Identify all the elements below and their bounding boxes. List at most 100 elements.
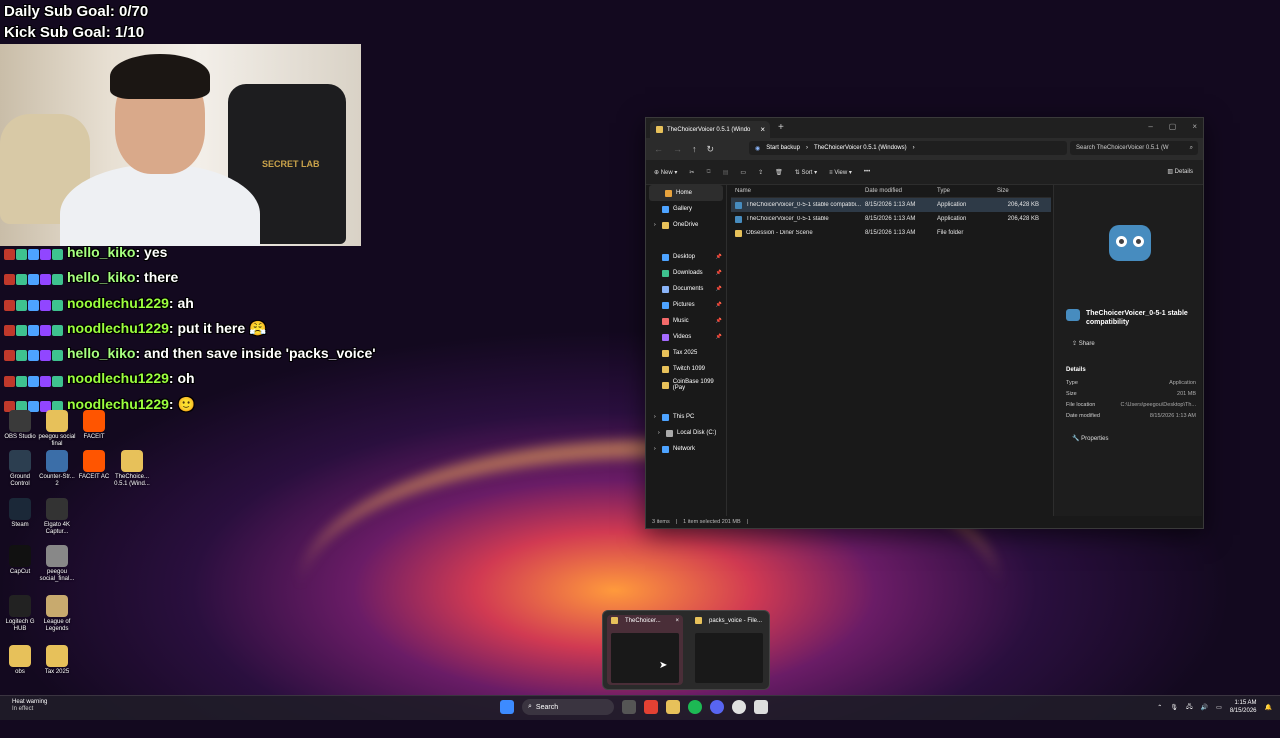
desktop-icon[interactable]: Steam [0,498,40,529]
taskbar-search[interactable]: ⌕ Search [522,699,614,715]
weather-title: Heat warning [12,699,48,705]
view-button[interactable]: ≡ View ▾ [829,169,852,176]
nav-label: Desktop [673,254,696,260]
forward-icon[interactable]: → [673,144,682,154]
share-button[interactable]: ⇪ Share [1072,340,1095,347]
close-icon[interactable]: × [675,618,679,624]
back-icon[interactable]: ← [654,144,663,154]
notepad-icon[interactable] [754,700,768,714]
details-button[interactable]: ▥ Details [1167,168,1193,175]
desktop-icon[interactable]: Logitech G HUB [0,595,40,633]
nav-item[interactable]: CoinBase 1099 (Pay [646,377,726,393]
new-button[interactable]: ⊕ New ▾ [654,169,677,176]
file-size: 206,428 KB [1007,216,1039,222]
desktop-icon[interactable]: Ground Control [0,450,40,488]
desktop-icon[interactable]: peegou social final [37,410,77,448]
nav-item[interactable]: Documents 📌 [646,281,726,297]
weather-widget[interactable]: Heat warning In effect [12,699,47,713]
battery-icon[interactable]: ▭ [1216,704,1222,711]
sort-button[interactable]: ⇅ Sort ▾ [795,169,817,176]
volume-icon[interactable]: 🔊 [1201,704,1208,711]
properties-button[interactable]: 🔧 Properties [1072,435,1109,442]
close-tab-icon[interactable]: × [760,125,765,134]
close-icon[interactable]: × [1192,122,1197,131]
up-icon[interactable]: ↑ [692,144,697,154]
desktop-icon[interactable]: obs [0,645,40,676]
breadcrumb-start-backup[interactable]: Start backup [766,145,800,151]
task-view-icon[interactable] [622,700,636,714]
new-tab-button[interactable]: + [778,122,784,133]
selection-info: 1 item selected 201 MB [683,519,741,525]
desktop-icon[interactable]: CapCut [0,545,40,576]
share-icon[interactable]: ⇪ [758,169,763,176]
file-explorer-icon[interactable] [666,700,680,714]
discord-icon[interactable] [710,700,724,714]
delete-icon[interactable]: 🗑 [775,169,783,176]
nav-item[interactable]: Videos 📌 [646,329,726,345]
desktop-icon[interactable]: peegou social_final... [37,545,77,583]
detail-value: Application [1169,380,1196,386]
nav-item[interactable]: Desktop 📌 [646,249,726,265]
desktop-icon[interactable]: TheChoice... 0.5.1 (Wind... [112,450,152,488]
nav-item[interactable]: Twitch 1099 [646,361,726,377]
file-row[interactable]: TheChoicerVoicer_0-5-1 stable 8/15/2026 1… [731,212,1051,226]
clock[interactable]: 1:15 AM 8/15/2026 [1230,699,1257,715]
desktop-icon-label: Tax 2025 [44,669,70,675]
address-bar[interactable]: ◉ Start backup › TheChoicerVoicer 0.5.1 … [749,141,1067,155]
item-count: 3 items [652,519,670,525]
paste-icon[interactable]: ▤ [723,169,729,176]
cut-icon[interactable]: ✂ [689,169,694,176]
desktop-icon[interactable]: Counter-Str... 2 [37,450,77,488]
nav-icon [666,429,673,437]
nav-icon [662,253,669,261]
window-thumbnail[interactable]: packs_voice - File... [691,615,767,685]
nav-item[interactable]: Pictures 📌 [646,297,726,313]
desktop-icon[interactable]: League of Legends [37,595,77,633]
more-button[interactable]: ••• [864,169,870,175]
nav-item[interactable]: › This PC [646,409,726,425]
desktop-icon[interactable]: Tax 2025 [37,645,77,676]
badge-icons [4,368,64,392]
nav-item[interactable]: Tax 2025 [646,345,726,361]
notifications-icon[interactable]: 🔔 [1265,704,1272,711]
chevron-up-icon[interactable]: ⌃ [1157,704,1162,711]
refresh-icon[interactable]: ↻ [707,144,715,155]
mic-icon[interactable]: 🎙 [1170,704,1178,711]
maximize-icon[interactable]: ▢ [1169,122,1177,131]
command-bar: ⊕ New ▾ ✂ ⧉ ▤ ▭ ⇪ 🗑 ⇅ Sort ▾ ≡ View ▾ ••… [646,160,1203,185]
breadcrumb-folder[interactable]: TheChoicerVoicer 0.5.1 (Windows) [814,145,907,151]
search-box[interactable]: Search TheChoicerVoicer 0.5.1 (W ⌕ [1070,141,1198,155]
column-size[interactable]: Size [993,188,1043,194]
nav-item[interactable]: Gallery [646,201,726,217]
nav-label: Downloads [673,270,703,276]
minimize-icon[interactable]: – [1148,122,1152,131]
column-type[interactable]: Type [933,188,993,194]
nav-item[interactable]: › Network [646,441,726,457]
start-icon[interactable] [500,700,514,714]
app-icon [9,645,31,667]
column-name[interactable]: Name [731,188,861,194]
network-icon[interactable]: 🖧 [1186,702,1193,712]
column-date[interactable]: Date modified [861,188,933,194]
file-row[interactable]: Obsession - Diner Scene 8/15/2026 1:13 AM… [731,226,1051,240]
rename-icon[interactable]: ▭ [740,169,746,176]
thumbnail-title: packs_voice - File... [709,617,763,624]
kick-sub-goal: Kick Sub Goal: 1/10 [4,24,145,41]
nav-item[interactable]: › OneDrive [646,217,726,233]
chrome-icon[interactable] [732,700,746,714]
nav-item[interactable]: › Local Disk (C:) [646,425,726,441]
nav-item[interactable]: Downloads 📌 [646,265,726,281]
explorer-tab[interactable]: TheChoicerVoicer 0.5.1 (Windo × [650,121,770,138]
file-explorer-window[interactable]: TheChoicerVoicer 0.5.1 (Windo × + – ▢ × … [645,117,1204,529]
brave-icon[interactable] [644,700,658,714]
desktop-icon[interactable]: Elgato 4K Captur... [37,498,77,536]
nav-item[interactable]: Music 📌 [646,313,726,329]
window-thumbnail[interactable]: TheChoicer... × [607,615,683,685]
spotify-icon[interactable] [688,700,702,714]
file-row[interactable]: TheChoicerVoicer_0-5-1 stable compatibi.… [731,198,1051,212]
desktop-icon[interactable]: FACEIT AC [74,450,114,481]
desktop-icon[interactable]: OBS Studio [0,410,40,441]
nav-item[interactable]: Home [649,185,723,201]
copy-icon[interactable]: ⧉ [706,169,710,176]
desktop-icon[interactable]: FACEIT [74,410,114,441]
